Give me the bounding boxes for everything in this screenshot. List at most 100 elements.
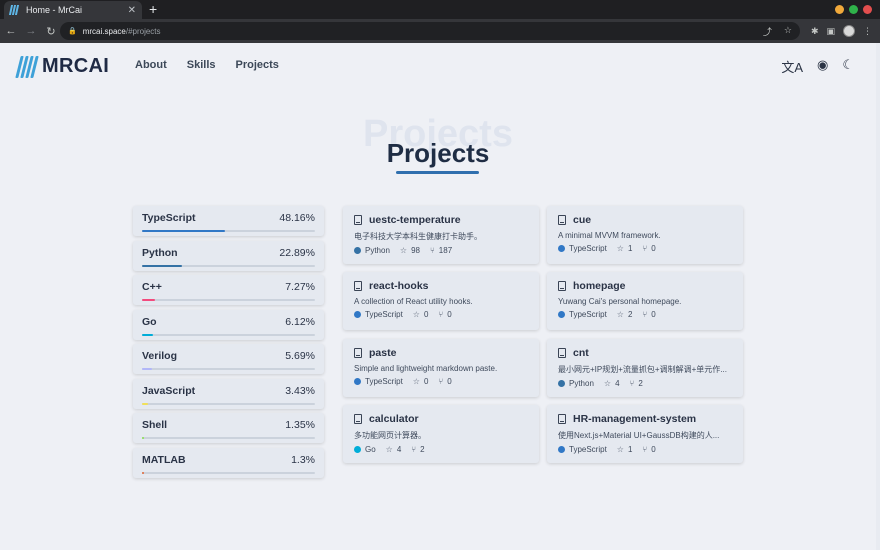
- repo-language: Python: [365, 246, 390, 255]
- repo-stars: 2: [627, 310, 633, 319]
- fork-icon: ⑂: [629, 379, 635, 388]
- repo-card[interactable]: cnt 最小网元+IP规划+流量抓包+调制解调+单元作... Python ☆ 4 ⑂ 2: [547, 339, 743, 397]
- language-percent: 7.27%: [285, 281, 315, 293]
- translate-icon[interactable]: 文A: [781, 57, 803, 76]
- repo-name[interactable]: paste: [369, 347, 396, 359]
- repo-icon: [558, 215, 566, 225]
- language-bar-fill: [142, 437, 145, 439]
- language-bar-fill: [142, 264, 182, 267]
- repo-forks: 0: [651, 244, 656, 253]
- section-title: Projects: [386, 138, 490, 168]
- language-item-shell: Shell 1.35%: [133, 413, 324, 443]
- address-bar[interactable]: 🔒 mrcai.space/#projects ⤴ ☆: [60, 22, 800, 40]
- repo-description: A minimal MVVM framework.: [558, 231, 661, 240]
- repo-forks: 0: [651, 445, 656, 454]
- menu-icon[interactable]: ⋮: [863, 26, 872, 37]
- new-tab-button[interactable]: +: [149, 2, 157, 16]
- back-icon[interactable]: ←: [2, 25, 20, 37]
- minimize-window-button[interactable]: [835, 5, 844, 14]
- language-bar: [142, 230, 315, 232]
- sidepanel-icon[interactable]: ▣: [826, 26, 835, 37]
- lock-icon[interactable]: 🔒: [68, 27, 77, 35]
- fork-icon: ⑂: [429, 246, 435, 255]
- repo-description: Yuwang Cai's personal homepage.: [558, 297, 682, 306]
- repo-card[interactable]: HR-management-system 使用Next.js+Material U…: [547, 405, 743, 463]
- forward-icon[interactable]: →: [22, 25, 40, 37]
- repo-name[interactable]: cue: [573, 214, 591, 226]
- repo-card[interactable]: homepage Yuwang Cai's personal homepage. T…: [547, 272, 743, 330]
- star-icon[interactable]: ☆: [784, 25, 792, 38]
- main-nav: About Skills Projects: [135, 59, 279, 71]
- brand[interactable]: MRCAI: [15, 55, 109, 78]
- language-bar: [142, 402, 315, 405]
- github-icon[interactable]: ◉: [817, 57, 828, 76]
- repo-card[interactable]: paste Simple and lightweight markdown pas…: [343, 339, 539, 397]
- language-item-python: Python 22.89%: [133, 240, 324, 271]
- site-header: MRCAI About Skills Projects 文A ◉ ☾: [0, 43, 880, 89]
- repo-stars: 1: [627, 244, 633, 253]
- site-favicon-icon: [8, 5, 20, 15]
- repo-language: TypeScript: [569, 244, 607, 253]
- language-item-matlab: MATLAB 1.3%: [133, 447, 324, 478]
- repo-stars: 4: [615, 379, 620, 388]
- language-bar-fill: [142, 471, 145, 474]
- moon-icon[interactable]: ☾: [842, 57, 854, 76]
- repo-meta: Python ☆ 98 ⑂ 187: [354, 246, 528, 255]
- repo-meta: Go ☆ 4 ⑂ 2: [354, 445, 528, 454]
- language-stats: TypeScript 48.16% Python 22.89% C++ 7.27% Go 6.…: [133, 206, 324, 482]
- repo-language: Python: [569, 379, 594, 388]
- repo-name[interactable]: homepage: [573, 280, 626, 292]
- repo-name[interactable]: calculator: [369, 413, 419, 425]
- repo-forks: 0: [447, 377, 452, 386]
- page-scrollbar[interactable]: [876, 43, 880, 550]
- tab-title: Home - MrCai: [26, 5, 83, 15]
- language-name: MATLAB: [142, 453, 186, 466]
- repo-name[interactable]: react-hooks: [369, 280, 429, 292]
- repo-card[interactable]: cue A minimal MVVM framework. TypeScript ☆ 1…: [547, 206, 743, 264]
- fork-icon: ⑂: [642, 310, 648, 319]
- extensions-icon[interactable]: ✱: [811, 26, 819, 37]
- reload-icon[interactable]: ↻: [42, 25, 60, 38]
- language-color-dot: [354, 378, 361, 385]
- language-percent: 3.43%: [285, 384, 315, 397]
- fork-icon: ⑂: [642, 244, 648, 253]
- repo-name[interactable]: HR-management-system: [573, 413, 696, 425]
- repo-name[interactable]: uestc-temperature: [369, 214, 461, 226]
- repo-card[interactable]: react-hooks A collection of React utility…: [343, 272, 539, 330]
- close-tab-icon[interactable]: ✕: [128, 5, 136, 16]
- repo-icon: [558, 414, 566, 424]
- browser-tab[interactable]: Home - MrCai ✕: [4, 1, 142, 19]
- profile-icon[interactable]: [843, 25, 855, 37]
- language-bar-fill: [142, 333, 153, 336]
- language-bar-fill: [142, 368, 152, 370]
- repo-card[interactable]: uestc-temperature 电子科技大学本科生健康打卡助手。 Python ☆…: [343, 206, 539, 264]
- language-percent: 1.3%: [291, 453, 315, 466]
- repo-forks: 2: [420, 445, 425, 454]
- nav-about[interactable]: About: [135, 59, 167, 71]
- repo-meta: TypeScript ☆ 2 ⑂ 0: [558, 310, 732, 319]
- share-icon[interactable]: ⤴: [763, 25, 772, 38]
- fork-icon: ⑂: [438, 377, 444, 386]
- fork-icon: ⑂: [642, 445, 648, 454]
- language-bar-fill: [142, 402, 148, 405]
- language-bar: [142, 368, 315, 370]
- star-icon: ☆: [616, 445, 624, 454]
- close-window-button[interactable]: [863, 5, 872, 14]
- repo-icon: [354, 281, 362, 291]
- repo-description: 多功能网页计算器。: [354, 431, 426, 440]
- star-icon: ☆: [399, 246, 408, 255]
- language-bar-fill: [142, 299, 155, 301]
- repo-card[interactable]: calculator 多功能网页计算器。 Go ☆ 4 ⑂ 2: [343, 405, 539, 463]
- url-path: /#projects: [125, 26, 161, 36]
- nav-projects[interactable]: Projects: [236, 59, 279, 71]
- language-bar: [142, 437, 315, 439]
- repo-stars: 4: [396, 445, 402, 454]
- language-color-dot: [558, 311, 565, 318]
- repo-forks: 0: [447, 310, 452, 319]
- repo-description: 使用Next.js+Material UI+GaussDB构建的人...: [558, 431, 720, 440]
- maximize-window-button[interactable]: [849, 5, 858, 14]
- language-color-dot: [354, 247, 361, 254]
- language-percent: 5.69%: [285, 350, 315, 362]
- repo-name[interactable]: cnt: [573, 347, 589, 359]
- nav-skills[interactable]: Skills: [187, 59, 216, 71]
